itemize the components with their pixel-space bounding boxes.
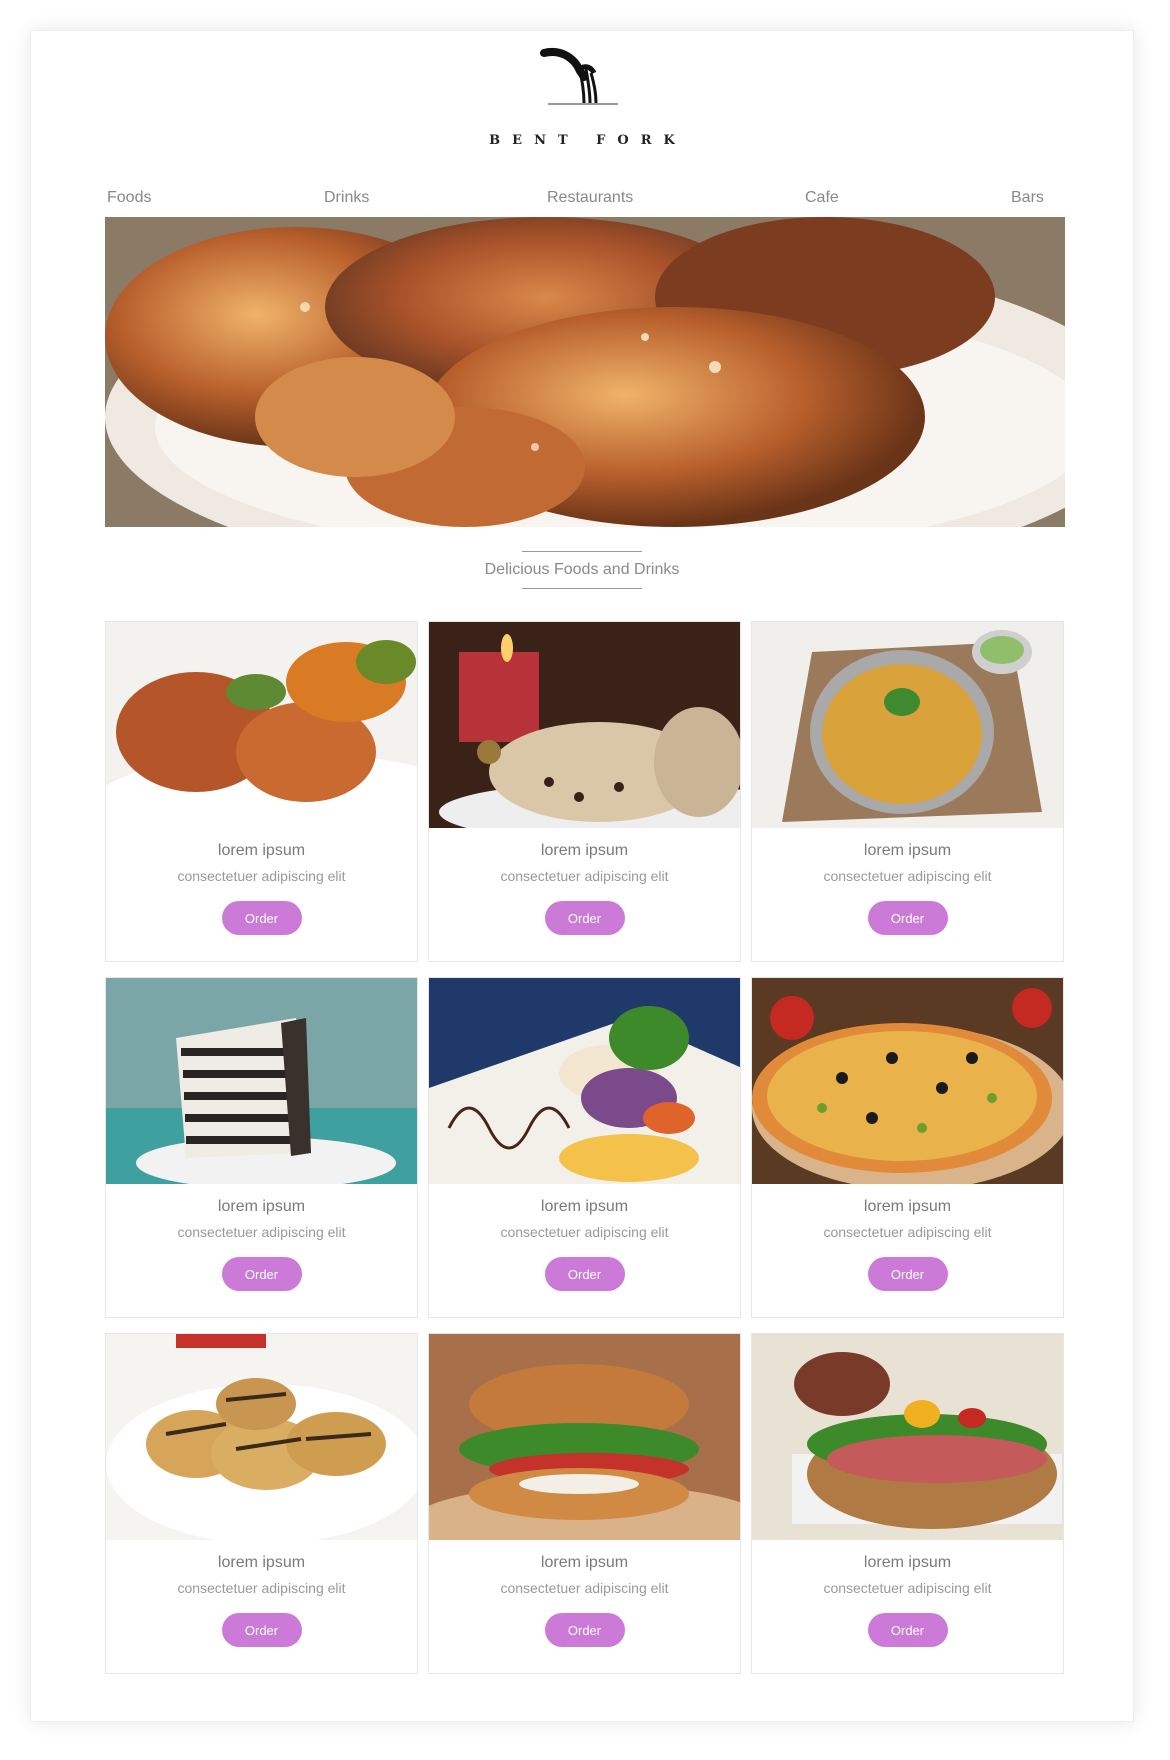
order-button[interactable]: Order (867, 901, 948, 935)
nav-item-restaurants[interactable]: Restaurants (547, 189, 633, 207)
product-desc: consectetuer adipiscing elit (823, 868, 992, 884)
product-name: lorem ipsum (540, 842, 629, 859)
product-name: lorem ipsum (863, 842, 952, 859)
nav-item-drinks[interactable]: Drinks (324, 189, 369, 207)
brand-logo[interactable]: BENT FORK (31, 47, 1133, 157)
product-desc: consectetuer adipiscing elit (177, 1580, 346, 1596)
product-image[interactable] (106, 622, 417, 828)
page-card: BENT FORK Foods Drinks Restaurants Cafe … (30, 30, 1134, 1722)
order-button[interactable]: Order (221, 1257, 302, 1291)
product-desc: consectetuer adipiscing elit (177, 1224, 346, 1240)
product-card: lorem ipsum consectetuer adipiscing elit… (105, 621, 418, 962)
product-desc: consectetuer adipiscing elit (500, 1224, 669, 1240)
nav-item-cafe[interactable]: Cafe (805, 189, 839, 207)
product-card: lorem ipsum consectetuer adipiscing elit… (105, 977, 418, 1318)
product-name: lorem ipsum (217, 1554, 306, 1571)
divider (522, 588, 642, 589)
product-desc: consectetuer adipiscing elit (823, 1580, 992, 1596)
product-name: lorem ipsum (217, 1198, 306, 1215)
product-image[interactable] (429, 978, 740, 1184)
product-name: lorem ipsum (540, 1198, 629, 1215)
product-name: lorem ipsum (217, 842, 306, 859)
main-nav: Foods Drinks Restaurants Cafe Bars (105, 189, 1065, 213)
product-card: lorem ipsum consectetuer adipiscing elit… (428, 977, 741, 1318)
nav-item-foods[interactable]: Foods (107, 189, 151, 207)
product-image[interactable] (106, 1334, 417, 1540)
product-card: lorem ipsum consectetuer adipiscing elit… (428, 1333, 741, 1674)
order-button[interactable]: Order (867, 1257, 948, 1291)
section-title: Delicious Foods and Drinks (484, 561, 680, 578)
product-card: lorem ipsum consectetuer adipiscing elit… (751, 977, 1064, 1318)
product-image[interactable] (752, 622, 1063, 828)
product-name: lorem ipsum (863, 1198, 952, 1215)
product-image[interactable] (752, 1334, 1063, 1540)
product-name: lorem ipsum (863, 1554, 952, 1571)
brand-name: BENT FORK (489, 133, 687, 148)
order-button[interactable]: Order (221, 1613, 302, 1647)
product-card: lorem ipsum consectetuer adipiscing elit… (428, 621, 741, 962)
product-image[interactable] (429, 622, 740, 828)
product-image[interactable] (429, 1334, 740, 1540)
product-desc: consectetuer adipiscing elit (500, 1580, 669, 1596)
order-button[interactable]: Order (544, 901, 625, 935)
product-desc: consectetuer adipiscing elit (823, 1224, 992, 1240)
order-button[interactable]: Order (221, 901, 302, 935)
product-image[interactable] (106, 978, 417, 1184)
section-heading: Delicious Foods and Drinks (31, 551, 1133, 589)
hero-image (105, 217, 1065, 527)
product-desc: consectetuer adipiscing elit (500, 868, 669, 884)
product-name: lorem ipsum (540, 1554, 629, 1571)
product-desc: consectetuer adipiscing elit (177, 868, 346, 884)
nav-item-bars[interactable]: Bars (1011, 189, 1044, 207)
bent-fork-icon (540, 48, 618, 105)
order-button[interactable]: Order (867, 1613, 948, 1647)
product-card: lorem ipsum consectetuer adipiscing elit… (751, 1333, 1064, 1674)
order-button[interactable]: Order (544, 1257, 625, 1291)
order-button[interactable]: Order (544, 1613, 625, 1647)
product-card: lorem ipsum consectetuer adipiscing elit… (751, 621, 1064, 962)
product-card: lorem ipsum consectetuer adipiscing elit… (105, 1333, 418, 1674)
product-image[interactable] (752, 978, 1063, 1184)
